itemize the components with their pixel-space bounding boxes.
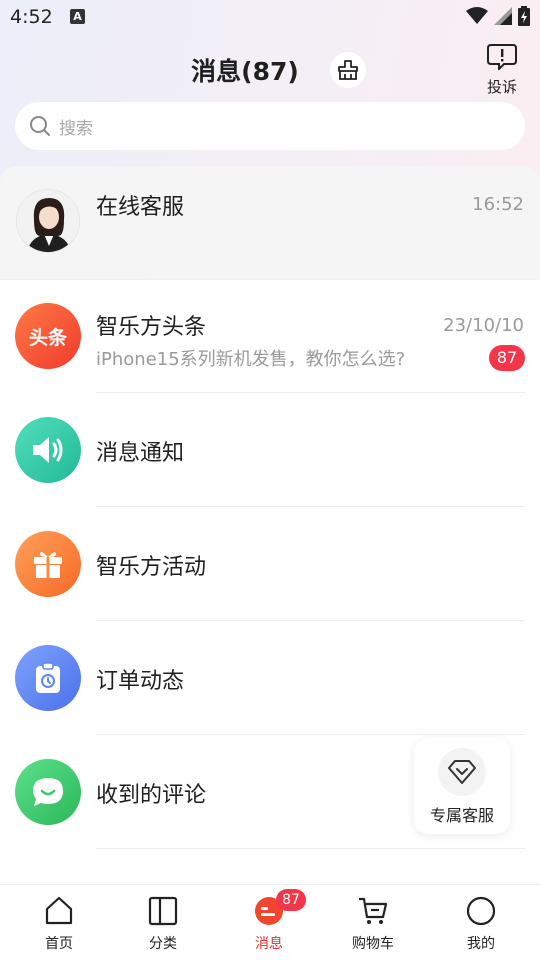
gift-icon: [15, 531, 81, 597]
message-title: 智乐方活动: [96, 555, 207, 580]
status-time: 4:52: [10, 6, 53, 28]
nav-label: 首页: [45, 936, 73, 952]
nav-category[interactable]: 分类: [118, 895, 208, 953]
message-title: 智乐方头条: [96, 315, 207, 340]
list-item-orders[interactable]: 订单动态: [0, 621, 540, 735]
divider: [96, 848, 525, 849]
home-icon: [45, 896, 73, 925]
chat-bubble-icon: [15, 759, 81, 825]
profile-icon: [466, 896, 496, 926]
headline-icon-text: 头条: [28, 326, 67, 349]
bottom-navigation: 首页 分类 87 消息 购物车 我的: [0, 884, 540, 960]
nav-profile[interactable]: 我的: [436, 895, 526, 953]
list-item-activities[interactable]: 智乐方活动: [0, 507, 540, 621]
exclusive-support-label: 专属客服: [429, 806, 494, 825]
search-icon: [30, 116, 50, 136]
pinned-conversation-online-service[interactable]: [0, 166, 540, 279]
speaker-icon: [15, 417, 81, 483]
signal-icon: [494, 7, 512, 25]
complain-label: 投诉: [486, 78, 517, 96]
exclusive-support-button[interactable]: 专属客服: [414, 738, 510, 834]
nav-unread-badge: 87: [276, 889, 306, 911]
broom-icon: [338, 60, 358, 80]
list-item-headline[interactable]: 头条 智乐方头条 iPhone15系列新机发售，教你怎么选? 23/10/10 …: [0, 279, 540, 393]
pinned-title: 在线客服: [96, 195, 185, 220]
headline-icon: 头条: [15, 303, 81, 369]
diamond-icon: [438, 748, 486, 796]
status-icons: [466, 6, 530, 26]
nav-home[interactable]: 首页: [14, 895, 104, 953]
agent-avatar-icon: [17, 190, 79, 252]
message-title: 收到的评论: [96, 783, 207, 808]
status-bar: 4:52 A: [0, 0, 540, 36]
nav-label: 分类: [149, 936, 177, 952]
pinned-time: 16:52: [472, 194, 524, 215]
wifi-icon: [466, 7, 488, 24]
complaint-icon: [487, 44, 517, 72]
page-title: 消息(87): [191, 57, 299, 86]
search-placeholder: 搜索: [59, 118, 93, 139]
message-preview: iPhone15系列新机发售，教你怎么选?: [96, 349, 406, 370]
nav-label: 我的: [467, 936, 495, 952]
battery-icon: [518, 6, 530, 26]
complain-button[interactable]: 投诉: [478, 44, 526, 100]
list-item-notifications[interactable]: 消息通知: [0, 393, 540, 507]
category-icon: [148, 896, 178, 926]
nav-cart[interactable]: 购物车: [328, 895, 418, 953]
nav-messages[interactable]: 87 消息: [224, 889, 314, 953]
unread-badge: 87: [489, 345, 525, 371]
nav-label: 购物车: [352, 936, 394, 952]
avatar: [16, 189, 80, 253]
message-title: 订单动态: [96, 669, 185, 694]
message-time: 23/10/10: [443, 315, 524, 336]
notification-icon: A: [70, 9, 85, 24]
clipboard-clock-icon: [15, 645, 81, 711]
clear-unread-button[interactable]: [330, 52, 366, 88]
message-title: 消息通知: [96, 441, 185, 466]
cart-icon: [359, 897, 388, 924]
nav-label: 消息: [255, 936, 283, 952]
search-input[interactable]: 搜索: [15, 102, 525, 150]
